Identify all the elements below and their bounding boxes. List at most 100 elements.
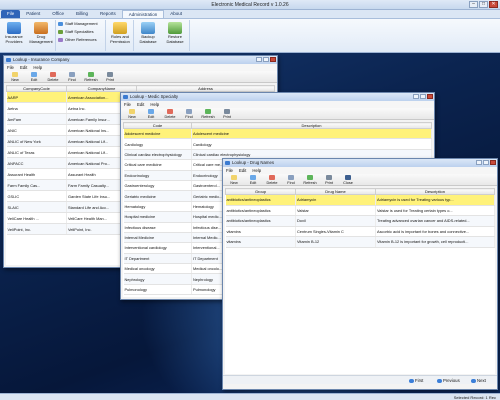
ribbon-group-staff: Staff Management Staff Specialties Other… (56, 20, 106, 51)
menu-tab-patient[interactable]: Patient (20, 10, 46, 18)
print-button[interactable]: Print (102, 71, 118, 82)
table-row[interactable]: Cardiology Cardiology (123, 138, 432, 150)
table-cell: Valstar (295, 205, 376, 216)
insurance-window-titlebar: Lookup - Insurance Company (4, 56, 277, 64)
insurance-maximize-button[interactable] (263, 57, 269, 62)
drug-minimize-button[interactable] (476, 160, 482, 165)
first-record-button[interactable]: First (409, 378, 423, 383)
menu-file[interactable]: File (124, 101, 131, 108)
staff-specialties-button[interactable]: Staff Specialties (58, 29, 94, 35)
edit-button[interactable]: Edit (143, 108, 159, 119)
table-cell: antibiotics/antineoplastics (225, 205, 296, 216)
table-cell: VeliCare Health ... (6, 212, 67, 224)
table-cell: Geriatric medicine (123, 190, 192, 202)
drug-maximize-button[interactable] (483, 160, 489, 165)
previous-record-button[interactable]: Previous (437, 378, 460, 383)
find-button[interactable]: Find (181, 108, 197, 119)
specialty-minimize-button[interactable] (413, 94, 419, 99)
table-cell: ANLIC of New York (6, 135, 67, 147)
record-navigator: First Previous Next (223, 375, 497, 384)
table-cell: vitamins (225, 226, 296, 237)
refresh-icon (307, 175, 313, 180)
specialty-close-button[interactable] (427, 94, 433, 99)
menu-tab-file[interactable]: File (1, 10, 21, 18)
close-button[interactable]: Close (340, 174, 356, 185)
delete-button[interactable]: Delete (162, 108, 178, 119)
roles-permission-button[interactable]: Roles and Permission (107, 22, 133, 44)
table-row[interactable]: antibiotics/antineoplastics Doxil Treating… (225, 215, 495, 227)
maximize-button[interactable]: □ (479, 1, 488, 8)
next-record-button[interactable]: Next (471, 378, 486, 383)
menu-file[interactable]: File (226, 167, 233, 174)
menu-tab-about[interactable]: About (164, 10, 188, 18)
ribbon: Insurance Providers Drug Management Staf… (0, 19, 500, 53)
menu-tab-office[interactable]: Office (46, 10, 70, 18)
new-button[interactable]: New (124, 108, 140, 119)
table-cell: Cardiology (191, 138, 432, 150)
table-row[interactable]: Adolescent medicine Adolescent medicine (123, 128, 432, 140)
menu-tab-administration[interactable]: Administration (121, 10, 165, 18)
edit-button[interactable]: Edit (245, 174, 261, 185)
menu-help[interactable]: Help (33, 64, 42, 71)
edit-button[interactable]: Edit (26, 71, 42, 82)
restore-database-button[interactable]: Restore Database (162, 22, 188, 44)
menu-file[interactable]: File (7, 64, 14, 71)
table-cell: Vitamin B-12 (295, 236, 376, 248)
menu-help[interactable]: Help (252, 167, 261, 174)
refresh-icon (88, 72, 94, 77)
print-button[interactable]: Print (321, 174, 337, 185)
table-cell: Assurant Health (6, 168, 67, 180)
insurance-close-button[interactable] (270, 57, 276, 62)
previous-icon (437, 378, 442, 383)
delete-button[interactable]: Delete (264, 174, 280, 185)
drug-management-button[interactable]: Drug Management (28, 22, 54, 44)
new-button[interactable]: New (226, 174, 242, 185)
close-button[interactable]: ✕ (489, 1, 498, 8)
table-cell: AmFam (6, 113, 67, 125)
minimize-button[interactable]: ‒ (469, 1, 478, 8)
backup-database-button[interactable]: Backup Database (135, 22, 161, 44)
menu-tab-billing[interactable]: Billing (70, 10, 94, 18)
ribbon-group-database: Backup Database Restore Database (134, 20, 190, 51)
print-button[interactable]: Print (219, 108, 235, 119)
refresh-button[interactable]: Refresh (200, 108, 216, 119)
database-restore-icon (168, 22, 182, 34)
drug-grid: Group Drug Name Description antibiotics/… (225, 188, 495, 374)
find-button[interactable]: Find (283, 174, 299, 185)
insurance-providers-button[interactable]: Insurance Providers (1, 22, 27, 44)
print-icon (224, 109, 230, 114)
other-references-button[interactable]: Other References (58, 37, 97, 43)
table-row[interactable]: vitamins Vitamin B-12 Vitamin B-12 is impo… (225, 236, 495, 248)
key-icon (113, 22, 127, 34)
menu-tab-reports[interactable]: Reports (94, 10, 122, 18)
table-cell: Internal Medicine (123, 232, 192, 244)
table-row[interactable]: antibiotics/antineoplastics Valstar Valsta… (225, 205, 495, 216)
staff-management-button[interactable]: Staff Management (58, 21, 98, 27)
menu-edit[interactable]: Edit (239, 167, 246, 174)
refresh-button[interactable]: Refresh (83, 71, 99, 82)
drug-menu: File Edit Help (223, 167, 497, 174)
refresh-icon (205, 109, 211, 114)
table-cell: Centrum Singles-Vitamin C (295, 226, 376, 237)
delete-button[interactable]: Delete (45, 71, 61, 82)
table-cell: ANPACC (6, 157, 67, 169)
delete-icon (167, 109, 173, 114)
refresh-button[interactable]: Refresh (302, 174, 318, 185)
table-row[interactable]: antibiotics/antineoplastics Adriamycin Adr… (225, 194, 495, 206)
specialty-menu: File Edit Help (121, 101, 434, 108)
find-icon (69, 72, 75, 77)
table-cell: GSLIC (6, 190, 67, 202)
insurance-minimize-button[interactable] (256, 57, 262, 62)
drug-close-button[interactable] (490, 160, 496, 165)
menu-help[interactable]: Help (150, 101, 159, 108)
find-button[interactable]: Find (64, 71, 80, 82)
new-button[interactable]: New (7, 71, 23, 82)
ribbon-group-references: Insurance Providers Drug Management (0, 20, 56, 51)
table-cell: Hospital medicine (123, 211, 192, 223)
menu-edit[interactable]: Edit (20, 64, 27, 71)
menu-edit[interactable]: Edit (137, 101, 144, 108)
main-menubar: File Patient Office Billing Reports Admi… (0, 10, 500, 19)
database-backup-icon (141, 22, 155, 34)
specialty-maximize-button[interactable] (420, 94, 426, 99)
table-row[interactable]: vitamins Centrum Singles-Vitamin C Ascorbi… (225, 226, 495, 237)
